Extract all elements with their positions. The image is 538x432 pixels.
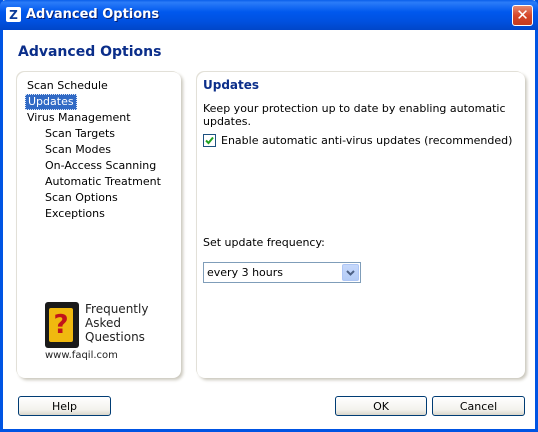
section-title: Updates	[203, 78, 260, 92]
navigation-panel: Scan Schedule Updates Virus Management S…	[17, 72, 181, 378]
title-bar[interactable]: Z Advanced Options ✕	[0, 0, 538, 30]
tree-item-virus-management[interactable]: Virus Management	[25, 110, 133, 126]
faq-url: www.faqil.com	[45, 350, 118, 361]
tree-item-scan-modes[interactable]: Scan Modes	[43, 142, 113, 158]
tree-item-exceptions[interactable]: Exceptions	[43, 206, 107, 222]
faq-watermark-logo: ? Frequently Asked Questions www.faqil.c…	[45, 302, 153, 364]
close-button[interactable]: ✕	[512, 5, 533, 26]
chevron-down-icon[interactable]	[342, 264, 359, 281]
tree-item-on-access-scanning[interactable]: On-Access Scanning	[43, 158, 158, 174]
faq-text: Frequently Asked Questions	[85, 302, 148, 344]
updates-panel: Updates Keep your protection up to date …	[197, 72, 525, 378]
auto-update-label[interactable]: Enable automatic anti-virus updates (rec…	[221, 134, 512, 147]
tree-item-automatic-treatment[interactable]: Automatic Treatment	[43, 174, 163, 190]
help-button[interactable]: Help	[18, 396, 111, 416]
tree-item-scan-targets[interactable]: Scan Targets	[43, 126, 117, 142]
faq-line-3: Questions	[85, 330, 145, 344]
tree-item-scan-schedule[interactable]: Scan Schedule	[25, 78, 110, 94]
faq-line-1: Frequently	[85, 302, 149, 316]
ok-button[interactable]: OK	[335, 396, 427, 416]
options-tree: Scan Schedule Updates Virus Management S…	[25, 78, 163, 222]
checkmark-icon	[205, 136, 214, 145]
app-logo-icon: Z	[6, 7, 21, 22]
cancel-button[interactable]: Cancel	[432, 396, 525, 416]
auto-update-option[interactable]: Enable automatic anti-virus updates (rec…	[203, 134, 512, 147]
question-mark-icon: ?	[45, 302, 79, 348]
tree-item-scan-options[interactable]: Scan Options	[43, 190, 120, 206]
dialog-content: Advanced Options Scan Schedule Updates V…	[3, 30, 535, 429]
updates-description: Keep your protection up to date by enabl…	[203, 102, 506, 128]
page-title: Advanced Options	[18, 44, 162, 60]
faq-line-2: Asked	[85, 316, 121, 330]
advanced-options-window: Z Advanced Options ✕ Advanced Options Sc…	[0, 0, 538, 432]
faq-glyph: ?	[49, 308, 73, 342]
update-frequency-value: every 3 hours	[207, 266, 283, 279]
tree-item-updates[interactable]: Updates	[25, 94, 77, 110]
auto-update-checkbox[interactable]	[203, 134, 216, 147]
update-frequency-label: Set update frequency:	[203, 236, 325, 249]
window-title: Advanced Options	[26, 7, 160, 22]
update-frequency-select[interactable]: every 3 hours	[203, 262, 361, 283]
